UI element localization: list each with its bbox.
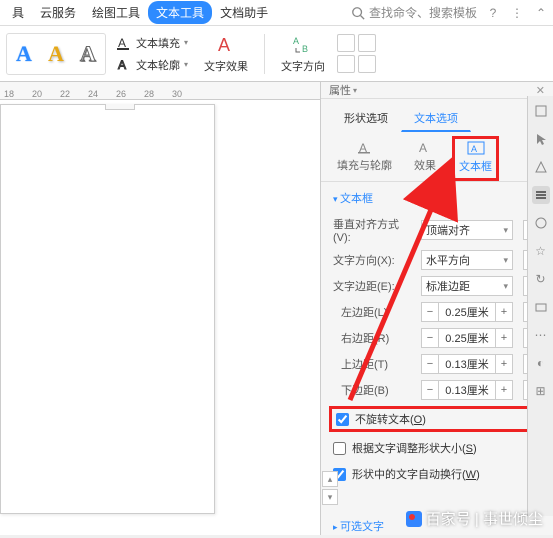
search-icon [351, 6, 365, 20]
page-tab-marker [105, 104, 135, 110]
menu-item-doc-assist[interactable]: 文档助手 [212, 1, 276, 24]
horizontal-ruler: 18202224262830 [0, 82, 320, 100]
panel-title: 属性 [329, 82, 351, 98]
section-textbox-title[interactable]: 文本框 [321, 182, 553, 210]
preset-gold-icon[interactable]: A [41, 36, 71, 72]
help-icon[interactable]: ? [485, 5, 501, 21]
svg-text:A: A [471, 144, 477, 154]
rail-icon-10[interactable]: ◐ [532, 354, 550, 372]
margin-label: 文字边距(E): [333, 278, 415, 294]
rail-icon-11[interactable]: ⊞ [532, 382, 550, 400]
document-page[interactable] [0, 104, 215, 514]
svg-text:A: A [218, 35, 230, 55]
outline-a-icon: A [116, 57, 132, 73]
watermark-logo-icon [406, 511, 422, 527]
text-style-presets[interactable]: A A A [6, 33, 106, 75]
preset-blue-icon[interactable]: A [9, 36, 39, 72]
svg-text:A: A [419, 141, 427, 154]
opt-1[interactable] [337, 34, 355, 52]
menu-item-draw[interactable]: 绘图工具 [84, 1, 148, 24]
preset-outline-icon[interactable]: A [73, 36, 103, 72]
rail-star-icon[interactable]: ☆ [532, 242, 550, 260]
close-panel-icon[interactable]: ✕ [536, 84, 545, 97]
top-margin-label: 上边距(T) [333, 356, 415, 372]
canvas-area: 18202224262830 [0, 82, 320, 535]
text-effect-button[interactable]: A 文字效果 [198, 34, 254, 74]
opt-4[interactable] [358, 55, 376, 73]
no-rotate-checkbox[interactable] [336, 413, 349, 426]
search-box[interactable]: 查找命令、搜索模板 [351, 4, 477, 21]
panel-nav-down[interactable]: ▾ [322, 489, 338, 505]
rail-settings-icon[interactable] [532, 186, 550, 204]
margin-select[interactable]: 标准边距 [421, 276, 513, 296]
rail-select-icon[interactable] [532, 130, 550, 148]
search-placeholder: 查找命令、搜索模板 [369, 4, 477, 21]
fill-outline-icon: A [356, 140, 374, 154]
menu-item-cloud[interactable]: 云服务 [32, 1, 84, 24]
right-icon-rail: ☆ ↻ ⋯ ◐ ⊞ [527, 96, 553, 516]
rail-folder-icon[interactable] [532, 298, 550, 316]
properties-panel: 属性 ▾ ✕ 形状选项 文本选项 A 填充与轮廓 A 效果 A 文本框 文本框 垂… [320, 82, 553, 535]
rail-icon-9[interactable]: ⋯ [532, 326, 550, 344]
watermark: 百家号 | 事世倾尘 [406, 508, 543, 529]
tab-text-options[interactable]: 文本选项 [401, 105, 471, 132]
valign-label: 垂直对齐方式(V): [333, 216, 415, 244]
autosize-label: 根据文字调整形状大小(S) [352, 440, 477, 456]
dec-button[interactable]: − [421, 302, 439, 322]
collapse-icon[interactable]: ⌃ [533, 5, 549, 21]
left-margin-input[interactable]: −0.25厘米+ [421, 302, 513, 322]
top-margin-input[interactable]: −0.13厘米+ [421, 354, 513, 374]
subtab-fill-outline[interactable]: A 填充与轮廓 [331, 136, 398, 181]
text-outline-button[interactable]: A 文本轮廓▾ [112, 55, 192, 75]
rail-icon-5[interactable] [532, 214, 550, 232]
right-margin-label: 右边距(R) [333, 330, 415, 346]
no-rotate-label: 不旋转文本(O) [355, 411, 426, 427]
wrap-label: 形状中的文字自动换行(W) [352, 466, 480, 482]
svg-text:A: A [118, 58, 126, 72]
text-direction-button[interactable]: AB 文字方向 [275, 34, 331, 74]
subtab-effect[interactable]: A 效果 [408, 136, 442, 181]
bottom-margin-input[interactable]: −0.13厘米+ [421, 380, 513, 400]
effect-icon: A [416, 140, 434, 154]
opt-2[interactable] [358, 34, 376, 52]
panel-nav-up[interactable]: ▴ [322, 471, 338, 487]
menu-item-0[interactable]: 具 [4, 1, 32, 24]
svg-text:B: B [302, 44, 308, 54]
fill-a-icon: A [116, 35, 132, 51]
autosize-checkbox[interactable] [333, 442, 346, 455]
small-options-grid [337, 34, 376, 73]
textbox-icon: A [467, 141, 485, 155]
more-icon[interactable]: ⋮ [509, 5, 525, 21]
right-margin-input[interactable]: −0.25厘米+ [421, 328, 513, 348]
effect-a-icon: A [215, 34, 237, 56]
rail-shape-icon[interactable] [532, 158, 550, 176]
inc-button[interactable]: + [495, 302, 513, 322]
textdir-select[interactable]: 水平方向 [421, 250, 513, 270]
rail-icon-1[interactable] [532, 102, 550, 120]
opt-3[interactable] [337, 55, 355, 73]
svg-text:A: A [118, 36, 126, 50]
direction-icon: AB [292, 34, 314, 56]
svg-text:A: A [293, 36, 299, 46]
no-rotate-row: 不旋转文本(O) [329, 406, 545, 432]
subtab-textbox[interactable]: A 文本框 [452, 136, 499, 181]
bottom-margin-label: 下边距(B) [333, 382, 415, 398]
tab-shape-options[interactable]: 形状选项 [331, 105, 401, 132]
rail-refresh-icon[interactable]: ↻ [532, 270, 550, 288]
menu-item-text-tools[interactable]: 文本工具 [148, 1, 212, 24]
left-margin-label: 左边距(L) [333, 304, 415, 320]
panel-nav: ▴ ▾ [322, 471, 338, 505]
textdir-label: 文字方向(X): [333, 252, 415, 268]
text-fill-button[interactable]: A 文本填充▾ [112, 33, 192, 53]
valign-select[interactable]: 顶端对齐 [421, 220, 513, 240]
